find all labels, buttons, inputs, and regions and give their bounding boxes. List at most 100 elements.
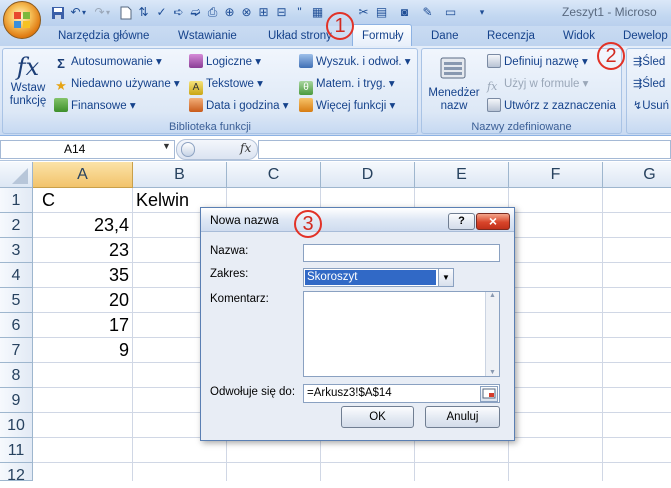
tab-developer[interactable]: Dewelop	[623, 27, 668, 46]
chart-icon[interactable]: ⊟	[274, 4, 289, 21]
tab-view[interactable]: Widok	[563, 27, 595, 46]
more-functions-button[interactable]: Więcej funkcji ▾	[299, 97, 395, 115]
quote-icon[interactable]: "	[292, 4, 307, 21]
row-header[interactable]: 3	[0, 238, 33, 263]
camera-icon[interactable]: ◙	[397, 4, 412, 21]
sum-icon[interactable]: ⊗	[239, 4, 254, 21]
screen-icon[interactable]: ▭	[443, 4, 458, 21]
print-icon[interactable]: ⎙	[205, 4, 220, 21]
cell-a1[interactable]: C	[42, 188, 55, 213]
scroll-up-icon[interactable]: ▲	[486, 292, 499, 299]
remove-arrows-button[interactable]: ↯Usuń	[633, 97, 669, 115]
customize-toolbar-icon[interactable]: ▾	[477, 4, 487, 21]
trace-dependents-button[interactable]: ⇶Śled	[633, 75, 665, 93]
tab-data[interactable]: Dane	[431, 27, 459, 46]
help-button[interactable]: ?	[448, 213, 475, 230]
insert-function-button[interactable]: fx Wstaw funkcję	[6, 52, 50, 116]
ok-button[interactable]: OK	[341, 406, 414, 428]
collapse-dialog-button[interactable]	[480, 386, 498, 402]
row-header[interactable]: 8	[0, 363, 33, 388]
back-icon[interactable]: ➫	[188, 4, 203, 21]
sort-icon[interactable]: ⇅	[136, 4, 151, 21]
autosum-button[interactable]: Σ Autosumowanie ▾	[54, 53, 162, 71]
row-header[interactable]: 11	[0, 438, 33, 463]
create-from-selection-button[interactable]: Utwórz z zaznaczenia	[487, 97, 616, 115]
financial-button[interactable]: Finansowe ▾	[54, 97, 136, 115]
row-header[interactable]: 2	[0, 213, 33, 238]
redo-dropdown-icon[interactable]: ▾	[104, 4, 112, 21]
tab-page-layout[interactable]: Układ strony	[268, 27, 332, 46]
spell-icon[interactable]: ✓	[154, 4, 169, 21]
row-header[interactable]: 5	[0, 288, 33, 313]
use-in-formula-button[interactable]: fx Użyj w formule ▾	[487, 75, 588, 93]
column-header-f[interactable]: F	[509, 162, 603, 188]
create-selection-icon	[487, 98, 501, 112]
expand-handle-icon[interactable]	[181, 142, 195, 157]
row-header[interactable]: 1	[0, 188, 33, 213]
tab-review[interactable]: Recenzja	[487, 27, 535, 46]
fx-button[interactable]: fx	[240, 141, 251, 155]
row-header[interactable]: 4	[0, 263, 33, 288]
cell-a4[interactable]: 35	[33, 263, 129, 288]
column-header-e[interactable]: E	[415, 162, 509, 188]
name-input[interactable]	[303, 244, 500, 262]
cell-a6[interactable]: 17	[33, 313, 129, 338]
scope-select[interactable]: Skoroszyt ▼	[303, 268, 454, 287]
row-header[interactable]: 12	[0, 463, 33, 484]
math-button[interactable]: θ Matem. i tryg. ▾	[299, 75, 395, 95]
comment-textarea[interactable]: ▲ ▼	[303, 291, 500, 377]
cell-a5[interactable]: 20	[33, 288, 129, 313]
refers-to-input[interactable]: =Arkusz3!$A$14	[303, 384, 500, 403]
column-header-d[interactable]: D	[321, 162, 415, 188]
sigma-icon: Σ	[57, 56, 65, 71]
form-icon[interactable]: ⊞	[256, 4, 271, 21]
cell-b1[interactable]: Kelwin	[136, 188, 189, 213]
pen-icon[interactable]: ✎	[420, 4, 435, 21]
scroll-down-icon[interactable]: ▼	[486, 369, 499, 376]
create-from-selection-label: Utwórz z zaznaczenia	[504, 100, 616, 112]
trace-precedents-button[interactable]: ⇶Śled	[633, 53, 665, 71]
format-icon[interactable]: ▤	[374, 4, 389, 21]
row-header[interactable]: 7	[0, 338, 33, 363]
comment-scrollbar[interactable]: ▲ ▼	[485, 292, 499, 376]
define-name-button[interactable]: Definiuj nazwę ▾	[487, 53, 588, 71]
row-header[interactable]: 10	[0, 413, 33, 438]
office-button[interactable]	[3, 1, 41, 39]
recently-used-button[interactable]: ★ Niedawno używane ▾	[54, 75, 180, 93]
name-box[interactable]: A14	[0, 140, 175, 159]
lookup-button[interactable]: Wyszuk. i odwoł. ▾	[299, 53, 411, 71]
name-manager-button[interactable]: Menedżer nazw	[426, 52, 482, 116]
column-header-b[interactable]: B	[133, 162, 227, 188]
column-header-g[interactable]: G	[603, 162, 671, 188]
logical-button[interactable]: Logiczne ▾	[189, 53, 261, 71]
tab-insert[interactable]: Wstawianie	[178, 27, 237, 46]
column-header-a[interactable]: A	[33, 162, 133, 188]
tab-home[interactable]: Narzędzia główne	[58, 27, 149, 46]
undo-dropdown-icon[interactable]: ▾	[80, 4, 88, 21]
table-icon[interactable]: ▦	[310, 4, 325, 21]
refers-to-label: Odwołuje się do:	[210, 386, 296, 398]
cancel-button[interactable]: Anuluj	[425, 406, 500, 428]
dialog-title: Nowa nazwa	[210, 213, 279, 227]
select-all-corner[interactable]	[0, 162, 33, 188]
cell-a2[interactable]: 23,4	[33, 213, 129, 238]
name-box-dropdown-icon[interactable]: ▼	[162, 141, 171, 151]
date-time-button[interactable]: Data i godzina ▾	[189, 97, 289, 115]
text-button[interactable]: A Tekstowe ▾	[189, 75, 263, 95]
forward-icon[interactable]: ➪	[171, 4, 186, 21]
column-header-c[interactable]: C	[227, 162, 321, 188]
tab-formulas[interactable]: Formuły	[362, 27, 404, 46]
cut-icon[interactable]: ✂	[356, 4, 371, 21]
close-button[interactable]: ×	[476, 213, 510, 230]
cell-a3[interactable]: 23	[33, 238, 129, 263]
cell-a7[interactable]: 9	[33, 338, 129, 363]
save-icon[interactable]	[50, 4, 65, 21]
row-header[interactable]: 6	[0, 313, 33, 338]
new-document-icon[interactable]	[118, 4, 133, 21]
chevron-down-icon[interactable]: ▼	[438, 269, 453, 286]
logical-label: Logiczne	[206, 56, 253, 68]
trace-icon: ⇶	[633, 78, 643, 90]
zoom-icon[interactable]: ⊕	[222, 4, 237, 21]
row-header[interactable]: 9	[0, 388, 33, 413]
formula-input[interactable]	[258, 140, 671, 159]
